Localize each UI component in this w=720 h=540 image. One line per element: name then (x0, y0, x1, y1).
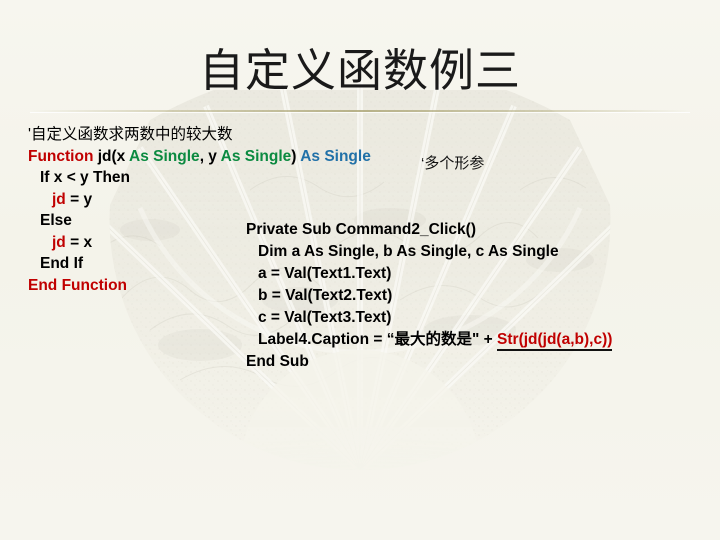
code-token: End Function (28, 276, 128, 294)
inline-comment-multiple-params: ‘多个形参 (421, 155, 485, 172)
code-line: '自定义函数求两数中的较大数 (28, 124, 371, 146)
code-token: jd(x (97, 147, 130, 165)
code-block-command2-click: Private Sub Command2_Click() Dim a As Sin… (246, 219, 613, 373)
code-token: Label4.Caption = “最大的数是" + (258, 331, 498, 348)
code-token: , y (199, 147, 221, 165)
code-line: Label4.Caption = “最大的数是" + Str(jd(jd(a,b… (246, 329, 613, 351)
code-token: As Single (220, 147, 292, 165)
code-line: b = Val(Text2.Text) (246, 285, 612, 307)
title-divider-highlight (30, 112, 690, 113)
code-line: Private Sub Command2_Click() (246, 219, 612, 241)
code-token: If x < y Then (40, 169, 131, 186)
code-line: End Sub (246, 351, 612, 373)
code-token: Str(jd(jd(a,b),c)) (497, 331, 613, 351)
code-token: b = Val(Text2.Text) (258, 287, 393, 304)
code-line: c = Val(Text3.Text) (246, 307, 612, 329)
code-token: jd (52, 190, 66, 208)
code-token: jd (52, 233, 66, 251)
code-line: Dim a As Single, b As Single, c As Singl… (246, 241, 612, 263)
code-token: = x (65, 233, 93, 251)
code-token: '自定义函数求两数中的较大数 (28, 126, 233, 143)
code-token: c = Val(Text3.Text) (258, 309, 392, 326)
code-line: a = Val(Text1.Text) (246, 263, 612, 285)
code-line: If x < y Then (28, 167, 371, 189)
code-line: jd = y (28, 189, 371, 211)
code-token: As Single (300, 147, 371, 165)
code-token: Function (28, 147, 98, 165)
code-token: Private Sub Command2_Click() (246, 221, 476, 238)
code-token: End If (40, 255, 84, 272)
code-token: ) (291, 147, 301, 165)
code-token: End Sub (246, 353, 309, 370)
code-line: Function jd(x As Single, y As Single) As… (28, 146, 371, 168)
code-token: Else (40, 212, 72, 229)
page-title: 自定义函数例三 (198, 45, 521, 96)
code-token: a = Val(Text1.Text) (258, 265, 392, 282)
code-token: As Single (129, 147, 200, 165)
code-token: Dim a As Single, b As Single, c As Singl… (258, 243, 559, 260)
slide-canvas: 自定义函数例三 '自定义函数求两数中的较大数 Function jd(x As S… (0, 0, 720, 540)
code-token: = y (65, 190, 93, 208)
